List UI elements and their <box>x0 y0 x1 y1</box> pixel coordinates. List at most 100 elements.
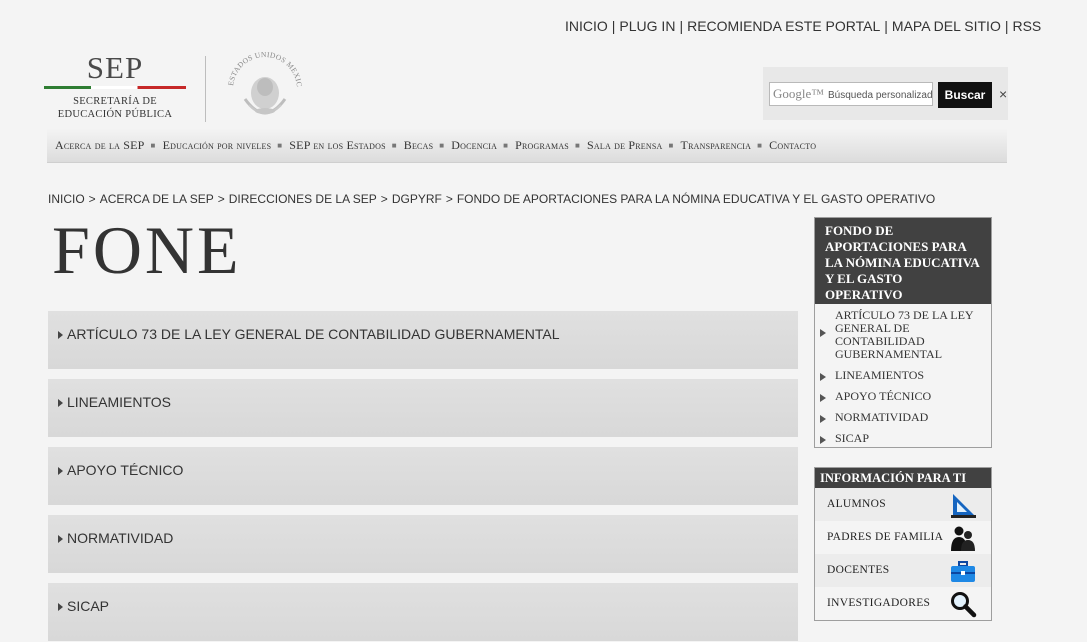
accordion-item-apoyo-tecnico[interactable]: APOYO TÉCNICO <box>48 447 798 505</box>
accordion-label: LINEAMIENTOS <box>67 394 171 410</box>
triangle-icon <box>820 329 826 337</box>
drafting-triangle-icon <box>951 494 976 518</box>
accordion-item-sicap[interactable]: SICAP <box>48 583 798 641</box>
top-link-rss[interactable]: RSS <box>1012 18 1041 34</box>
nav-item-estados[interactable]: SEP en los Estados ■ <box>289 138 403 153</box>
page-title: FONE <box>52 212 242 288</box>
sidebar-heading-line: FONDO DE <box>825 223 894 238</box>
top-links: INICIO | PLUG IN | RECOMIENDA ESTE PORTAL | MA… <box>565 18 1041 34</box>
nav-label: Docencia <box>451 137 498 152</box>
sidebar-section-menu: FONDO DE APORTACIONES PARA LA NÓMINA EDU… <box>814 217 992 448</box>
breadcrumb-item-inicio[interactable]: INICIO <box>48 192 85 206</box>
expand-arrow-icon <box>58 535 63 543</box>
nav-item-becas[interactable]: Becas ■ <box>404 138 452 153</box>
nav-bullet: ■ <box>574 140 581 150</box>
top-link-recomienda[interactable]: RECOMIENDA ESTE PORTAL <box>687 18 880 34</box>
close-icon[interactable]: × <box>999 87 1007 101</box>
nav-item-docencia[interactable]: Docencia ■ <box>451 138 515 153</box>
sidebar-item-lineamientos[interactable]: LINEAMIENTOS <box>815 369 991 382</box>
info-para-ti-list: ALUMNOS PADRES DE FAMILIA DOCENTES INVES… <box>815 488 991 620</box>
sidebar-heading-line: LA NÓMINA EDUCATIVA <box>825 255 980 270</box>
national-seal-icon: ESTADOS UNIDOS MEXICANOS <box>223 47 304 115</box>
breadcrumb-separator: > <box>445 192 453 206</box>
nav-bullet: ■ <box>277 140 283 150</box>
info-item-investigadores[interactable]: INVESTIGADORES <box>815 587 991 620</box>
nav-bullet: ■ <box>503 140 509 150</box>
breadcrumb-separator: > <box>217 192 225 206</box>
top-link-inicio[interactable]: INICIO <box>565 18 608 34</box>
nav-item-sala-de-prensa[interactable]: Sala de Prensa ■ <box>587 138 681 153</box>
sidebar-item-articulo-73[interactable]: ARTÍCULO 73 DE LA LEY GENERAL DE CONTABI… <box>815 309 991 361</box>
sep-logo[interactable]: SEP SECRETARÍA DE EDUCACIÓN PÚBLICA <box>40 52 190 121</box>
sidebar-item-label: NORMATIVIDAD <box>835 410 929 424</box>
accordion-item-articulo-73[interactable]: ARTÍCULO 73 DE LA LEY GENERAL DE CONTABI… <box>48 311 798 369</box>
accordion-label: ARTÍCULO 73 DE LA LEY GENERAL DE CONTABI… <box>67 326 560 342</box>
logo-subtitle-line1: SECRETARÍA DE <box>73 96 157 107</box>
expand-arrow-icon <box>58 331 63 339</box>
sidebar-menu-heading: FONDO DE APORTACIONES PARA LA NÓMINA EDU… <box>815 218 991 304</box>
info-para-ti-box: INFORMACIÓN PARA TI ALUMNOS PADRES DE FA… <box>814 467 992 621</box>
nav-label: Programas <box>515 137 569 152</box>
sidebar-item-normatividad[interactable]: NORMATIVIDAD <box>815 411 991 424</box>
separator: | <box>611 18 616 34</box>
nav-label: Educación por niveles <box>162 137 272 152</box>
nav-label: Acerca de la SEP <box>55 137 145 152</box>
nav-bullet: ■ <box>668 140 674 150</box>
logo-title: SEP <box>86 50 144 85</box>
search-input[interactable]: Google™ Búsqueda personalizada <box>769 82 933 106</box>
info-item-label: DOCENTES <box>827 564 890 576</box>
breadcrumb-item-dgpyrf[interactable]: DGPYRF <box>392 192 442 206</box>
nav-label: Becas <box>403 137 434 152</box>
nav-item-acerca[interactable]: Acerca de la SEP ■ <box>55 138 163 153</box>
accordion-item-lineamientos[interactable]: LINEAMIENTOS <box>48 379 798 437</box>
accordion-item-normatividad[interactable]: NORMATIVIDAD <box>48 515 798 573</box>
info-item-alumnos[interactable]: ALUMNOS <box>815 488 991 521</box>
info-item-padres[interactable]: PADRES DE FAMILIA <box>815 521 991 554</box>
sidebar-item-label: APOYO TÉCNICO <box>835 389 932 403</box>
nav-label: Transparencia <box>680 137 752 152</box>
expand-arrow-icon <box>58 603 63 611</box>
sidebar-heading-line: APORTACIONES PARA <box>825 239 967 254</box>
nav-bullet: ■ <box>757 140 763 150</box>
nav-item-transparencia[interactable]: Transparencia ■ <box>681 138 770 153</box>
logo-flag-line <box>44 86 186 89</box>
magnifier-icon <box>951 592 977 618</box>
info-item-label: PADRES DE FAMILIA <box>827 531 944 543</box>
nav-item-programas[interactable]: Programas ■ <box>515 138 587 153</box>
accordion-label: NORMATIVIDAD <box>67 530 174 546</box>
nav-bullet: ■ <box>150 140 156 150</box>
parents-icon <box>951 526 975 551</box>
sidebar-item-apoyo-tecnico[interactable]: APOYO TÉCNICO <box>815 390 991 403</box>
nav-label: Contacto <box>769 137 817 152</box>
accordion-label: APOYO TÉCNICO <box>67 462 184 478</box>
nav-label: SEP en los Estados <box>289 137 386 152</box>
logo-subtitle-line2: EDUCACIÓN PÚBLICA <box>57 109 173 120</box>
main-navigation: Acerca de la SEP ■ Educación por niveles ■… <box>47 127 1007 163</box>
nav-label: Sala de Prensa <box>587 137 663 152</box>
search-button[interactable]: Buscar <box>938 82 992 108</box>
expand-arrow-icon <box>58 399 63 407</box>
info-para-ti-heading: INFORMACIÓN PARA TI <box>815 468 991 488</box>
sidebar-item-label: SICAP <box>835 431 870 445</box>
sidebar-item-sicap[interactable]: SICAP <box>815 432 991 445</box>
sidebar-heading-line: Y EL GASTO <box>825 271 903 286</box>
search-placeholder: Búsqueda personalizada <box>828 90 933 101</box>
breadcrumb-separator: > <box>380 192 388 206</box>
breadcrumb-item-direcciones[interactable]: DIRECCIONES DE LA SEP <box>229 192 377 206</box>
nav-item-educacion[interactable]: Educación por niveles ■ <box>163 138 290 153</box>
triangle-icon <box>820 394 826 402</box>
sidebar-item-label: ARTÍCULO 73 DE LA LEY GENERAL DE CONTABI… <box>835 308 974 361</box>
top-link-mapa-del-sitio[interactable]: MAPA DEL SITIO <box>892 18 1001 34</box>
breadcrumb-item-acerca[interactable]: ACERCA DE LA SEP <box>100 192 214 206</box>
nav-item-contacto[interactable]: Contacto <box>769 138 816 153</box>
top-link-plug-in[interactable]: PLUG IN <box>619 18 675 34</box>
separator: | <box>1004 18 1009 34</box>
triangle-icon <box>820 415 826 423</box>
google-logo: Google™ <box>773 86 825 101</box>
triangle-icon <box>820 373 826 381</box>
sidebar-heading-line: OPERATIVO <box>825 287 903 302</box>
expand-arrow-icon <box>58 467 63 475</box>
breadcrumb-separator: > <box>88 192 96 206</box>
info-item-label: INVESTIGADORES <box>827 597 931 609</box>
info-item-docentes[interactable]: DOCENTES <box>815 554 991 587</box>
